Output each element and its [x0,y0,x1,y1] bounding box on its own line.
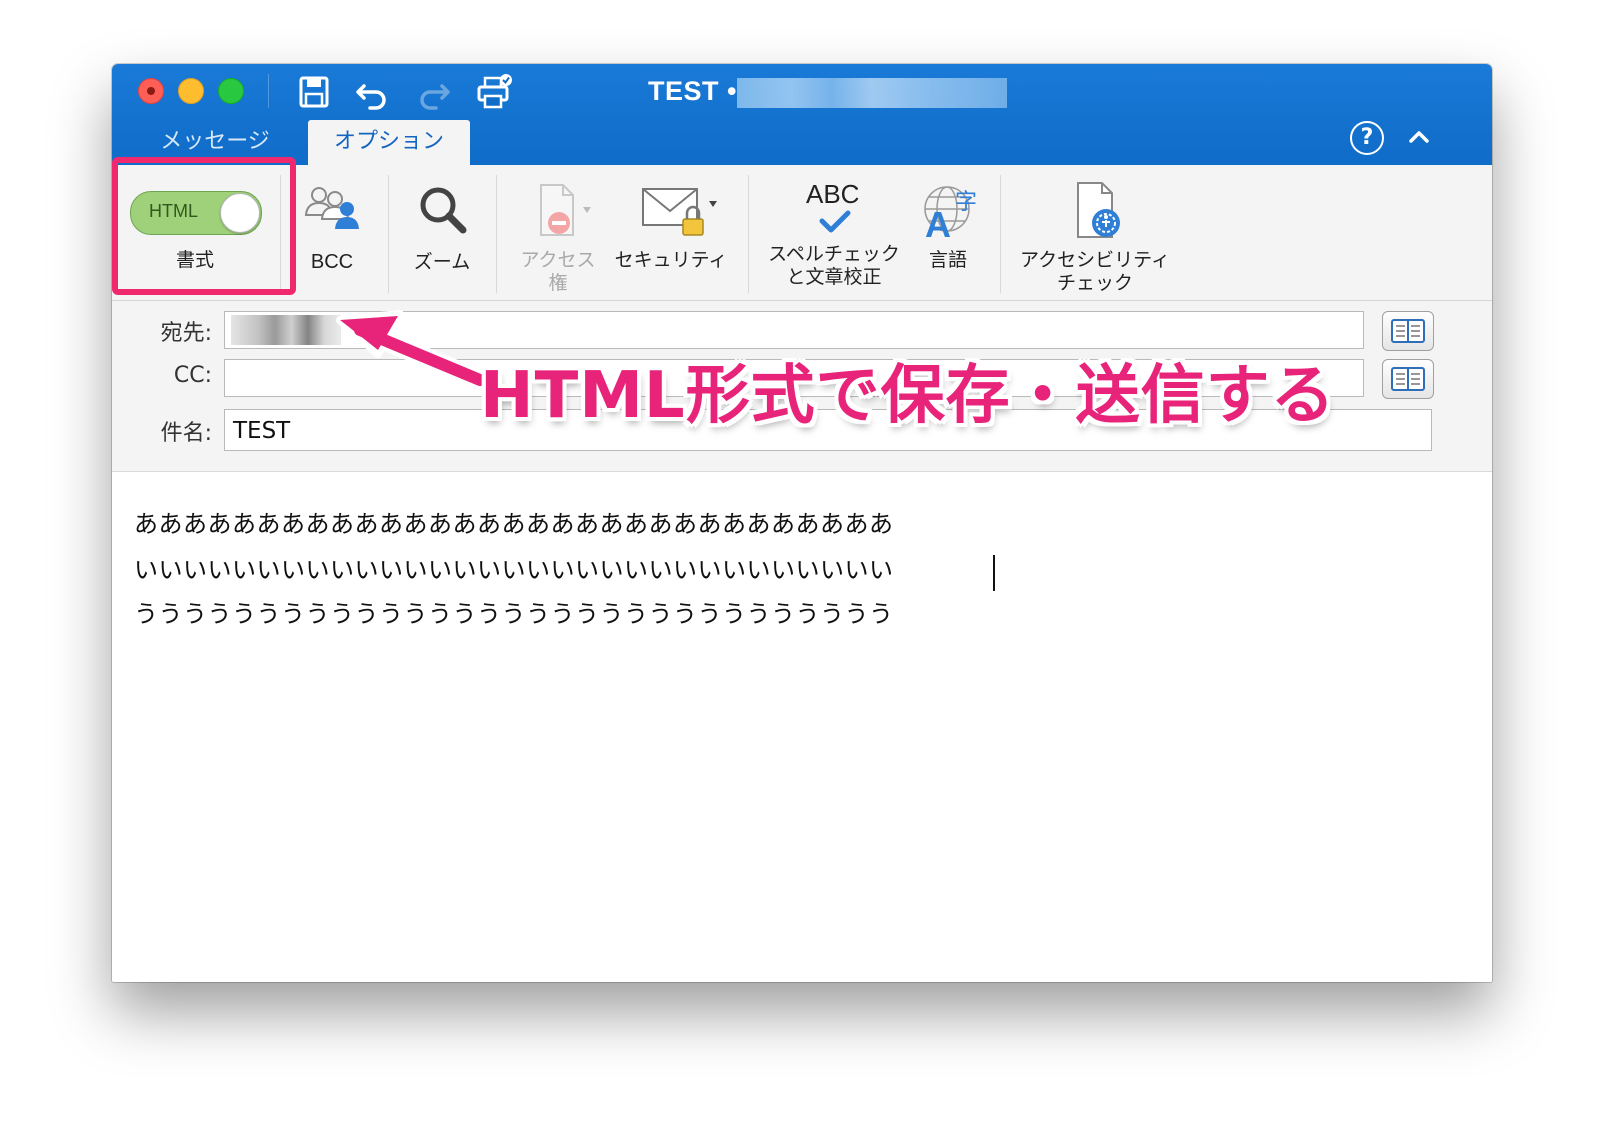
text-cursor [993,555,995,591]
accessibility-label-line2: チェック [1056,272,1133,294]
message-body[interactable]: あああああああああああああああああああああああああああああああ いいいいいいいい… [112,472,1492,982]
zoom-label: ズーム [413,251,471,273]
bcc-label: BCC [310,251,354,273]
body-line: いいいいいいいいいいいいいいいいいいいいいいいいいいいいいいい [134,556,894,584]
magnifier-icon [420,187,467,234]
mail-compose-window: TEST • メッセージ オプション ? HTML 書式 BCC ズーム アクセ… [112,64,1492,982]
spellcheck-label-line2: と文章校正 [786,266,882,288]
subject-label: 件名: [160,421,212,446]
window-title: TEST • [648,76,737,106]
address-book-button[interactable] [1382,359,1434,399]
annotation-caption: HTML形式で保存・送信する [480,359,1336,433]
undo-icon[interactable] [352,72,392,112]
language-button[interactable]: A 字 言語 [908,179,988,272]
title-bar: TEST • メッセージ オプション ? [112,64,1492,165]
access-label-line2: 権 [548,272,568,294]
options-ribbon: HTML 書式 BCC ズーム アクセス 権 セキュリティ ABC スペルチェッ… [112,165,1492,301]
envelope-lock-icon [642,188,717,236]
ribbon-divider [496,175,497,293]
body-line: ううううううううううううううううううううううううううううううう [134,600,894,628]
close-window-button[interactable] [138,78,164,104]
checkmark-icon [819,210,851,233]
print-icon[interactable] [474,72,514,112]
minimize-window-button[interactable] [178,78,204,104]
format-highlight-box [112,157,296,295]
body-line: あああああああああああああああああああああああああああああああ [134,510,894,538]
ribbon-divider [1000,175,1001,293]
spellcheck-icon: ABC [762,179,906,243]
help-button[interactable]: ? [1350,121,1384,155]
address-book-icon [1391,367,1425,391]
accessibility-document-icon [1077,182,1120,238]
ribbon-divider [748,175,749,293]
spellcheck-button[interactable]: ABC スペルチェック と文章校正 [762,179,906,289]
accessibility-check-button[interactable]: アクセシビリティ チェック [1012,179,1178,295]
zoom-button[interactable]: ズーム [402,179,482,274]
annotation-arrow-icon [336,310,490,390]
access-label-line1: アクセス [520,249,596,271]
people-icon [304,187,359,229]
bcc-button[interactable]: BCC [292,179,372,274]
svg-text:字: 字 [955,190,977,215]
redacted-recipient [737,78,1007,108]
security-label: セキュリティ [614,249,728,271]
access-rights-button: アクセス 権 [512,179,604,295]
tab-options[interactable]: オプション [308,120,470,165]
spellcheck-label-line1: スペルチェック [768,243,900,265]
accessibility-label-line1: アクセシビリティ [1020,249,1170,271]
ribbon-divider [388,175,389,293]
language-icon: A 字 [924,186,977,245]
redo-icon [420,84,450,110]
cc-label: CC: [173,363,212,388]
address-book-button[interactable] [1382,311,1434,351]
security-button[interactable]: セキュリティ [606,179,736,272]
address-book-icon [1391,319,1425,343]
to-label: 宛先: [160,321,212,346]
svg-text:A: A [925,204,951,243]
document-restrict-icon [540,184,591,236]
collapse-ribbon-icon[interactable] [1404,122,1434,152]
language-label: 言語 [928,249,967,271]
zoom-window-button[interactable] [218,78,244,104]
toolbar-divider [268,74,269,108]
abc-icon-text: ABC [806,179,860,209]
save-icon[interactable] [294,72,334,112]
